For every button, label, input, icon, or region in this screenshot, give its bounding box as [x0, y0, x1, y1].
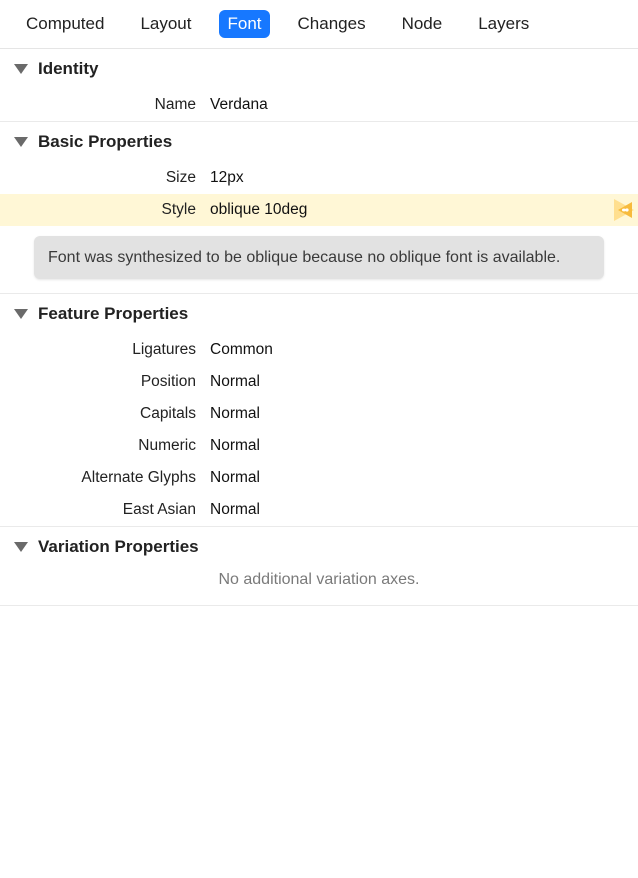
- property-label: East Asian: [0, 501, 210, 519]
- property-value: Normal: [210, 405, 260, 423]
- property-row: Ligatures Common: [0, 334, 638, 366]
- section-title: Variation Properties: [38, 537, 199, 557]
- tab-bar: Computed Layout Font Changes Node Layers: [0, 0, 638, 49]
- chevron-down-icon: [14, 137, 28, 147]
- property-value: Normal: [210, 437, 260, 455]
- property-value: Verdana: [210, 96, 268, 114]
- property-value: Normal: [210, 373, 260, 391]
- property-row: Alternate Glyphs Normal: [0, 462, 638, 494]
- property-row: Position Normal: [0, 366, 638, 398]
- section-identity: Identity Name Verdana: [0, 49, 638, 122]
- property-label: Ligatures: [0, 341, 210, 359]
- property-label: Style: [0, 201, 210, 219]
- property-row: Numeric Normal: [0, 430, 638, 462]
- warning-icon[interactable]: [610, 194, 638, 226]
- property-value: 12px: [210, 169, 244, 187]
- property-label: Alternate Glyphs: [0, 469, 210, 487]
- property-row: Size 12px: [0, 162, 638, 194]
- property-label: Position: [0, 373, 210, 391]
- tab-layers[interactable]: Layers: [470, 10, 537, 38]
- property-value: Normal: [210, 469, 260, 487]
- section-title: Basic Properties: [38, 132, 172, 152]
- tab-changes[interactable]: Changes: [290, 10, 374, 38]
- section-header-basic[interactable]: Basic Properties: [0, 122, 638, 162]
- property-value: Common: [210, 341, 273, 359]
- chevron-down-icon: [14, 309, 28, 319]
- property-label: Name: [0, 96, 210, 114]
- tab-layout[interactable]: Layout: [132, 10, 199, 38]
- empty-message: No additional variation axes.: [0, 567, 638, 605]
- section-variation-properties: Variation Properties No additional varia…: [0, 527, 638, 606]
- property-row: Name Verdana: [0, 89, 638, 121]
- section-header-identity[interactable]: Identity: [0, 49, 638, 89]
- section-feature-properties: Feature Properties Ligatures Common Posi…: [0, 294, 638, 527]
- section-title: Identity: [38, 59, 98, 79]
- warning-tooltip: Font was synthesized to be oblique becau…: [34, 236, 604, 279]
- property-label: Capitals: [0, 405, 210, 423]
- tooltip-container: Font was synthesized to be oblique becau…: [0, 226, 638, 293]
- property-label: Numeric: [0, 437, 210, 455]
- tab-font[interactable]: Font: [219, 10, 269, 38]
- chevron-down-icon: [14, 542, 28, 552]
- property-label: Size: [0, 169, 210, 187]
- property-row-highlighted: Style oblique 10deg: [0, 194, 638, 226]
- tab-node[interactable]: Node: [394, 10, 451, 38]
- tab-computed[interactable]: Computed: [18, 10, 112, 38]
- section-basic-properties: Basic Properties Size 12px Style oblique…: [0, 122, 638, 294]
- property-row: Capitals Normal: [0, 398, 638, 430]
- section-header-variation[interactable]: Variation Properties: [0, 527, 638, 567]
- property-value: Normal: [210, 501, 260, 519]
- property-row: East Asian Normal: [0, 494, 638, 526]
- section-header-features[interactable]: Feature Properties: [0, 294, 638, 334]
- property-value: oblique 10deg: [210, 201, 307, 219]
- chevron-down-icon: [14, 64, 28, 74]
- section-title: Feature Properties: [38, 304, 188, 324]
